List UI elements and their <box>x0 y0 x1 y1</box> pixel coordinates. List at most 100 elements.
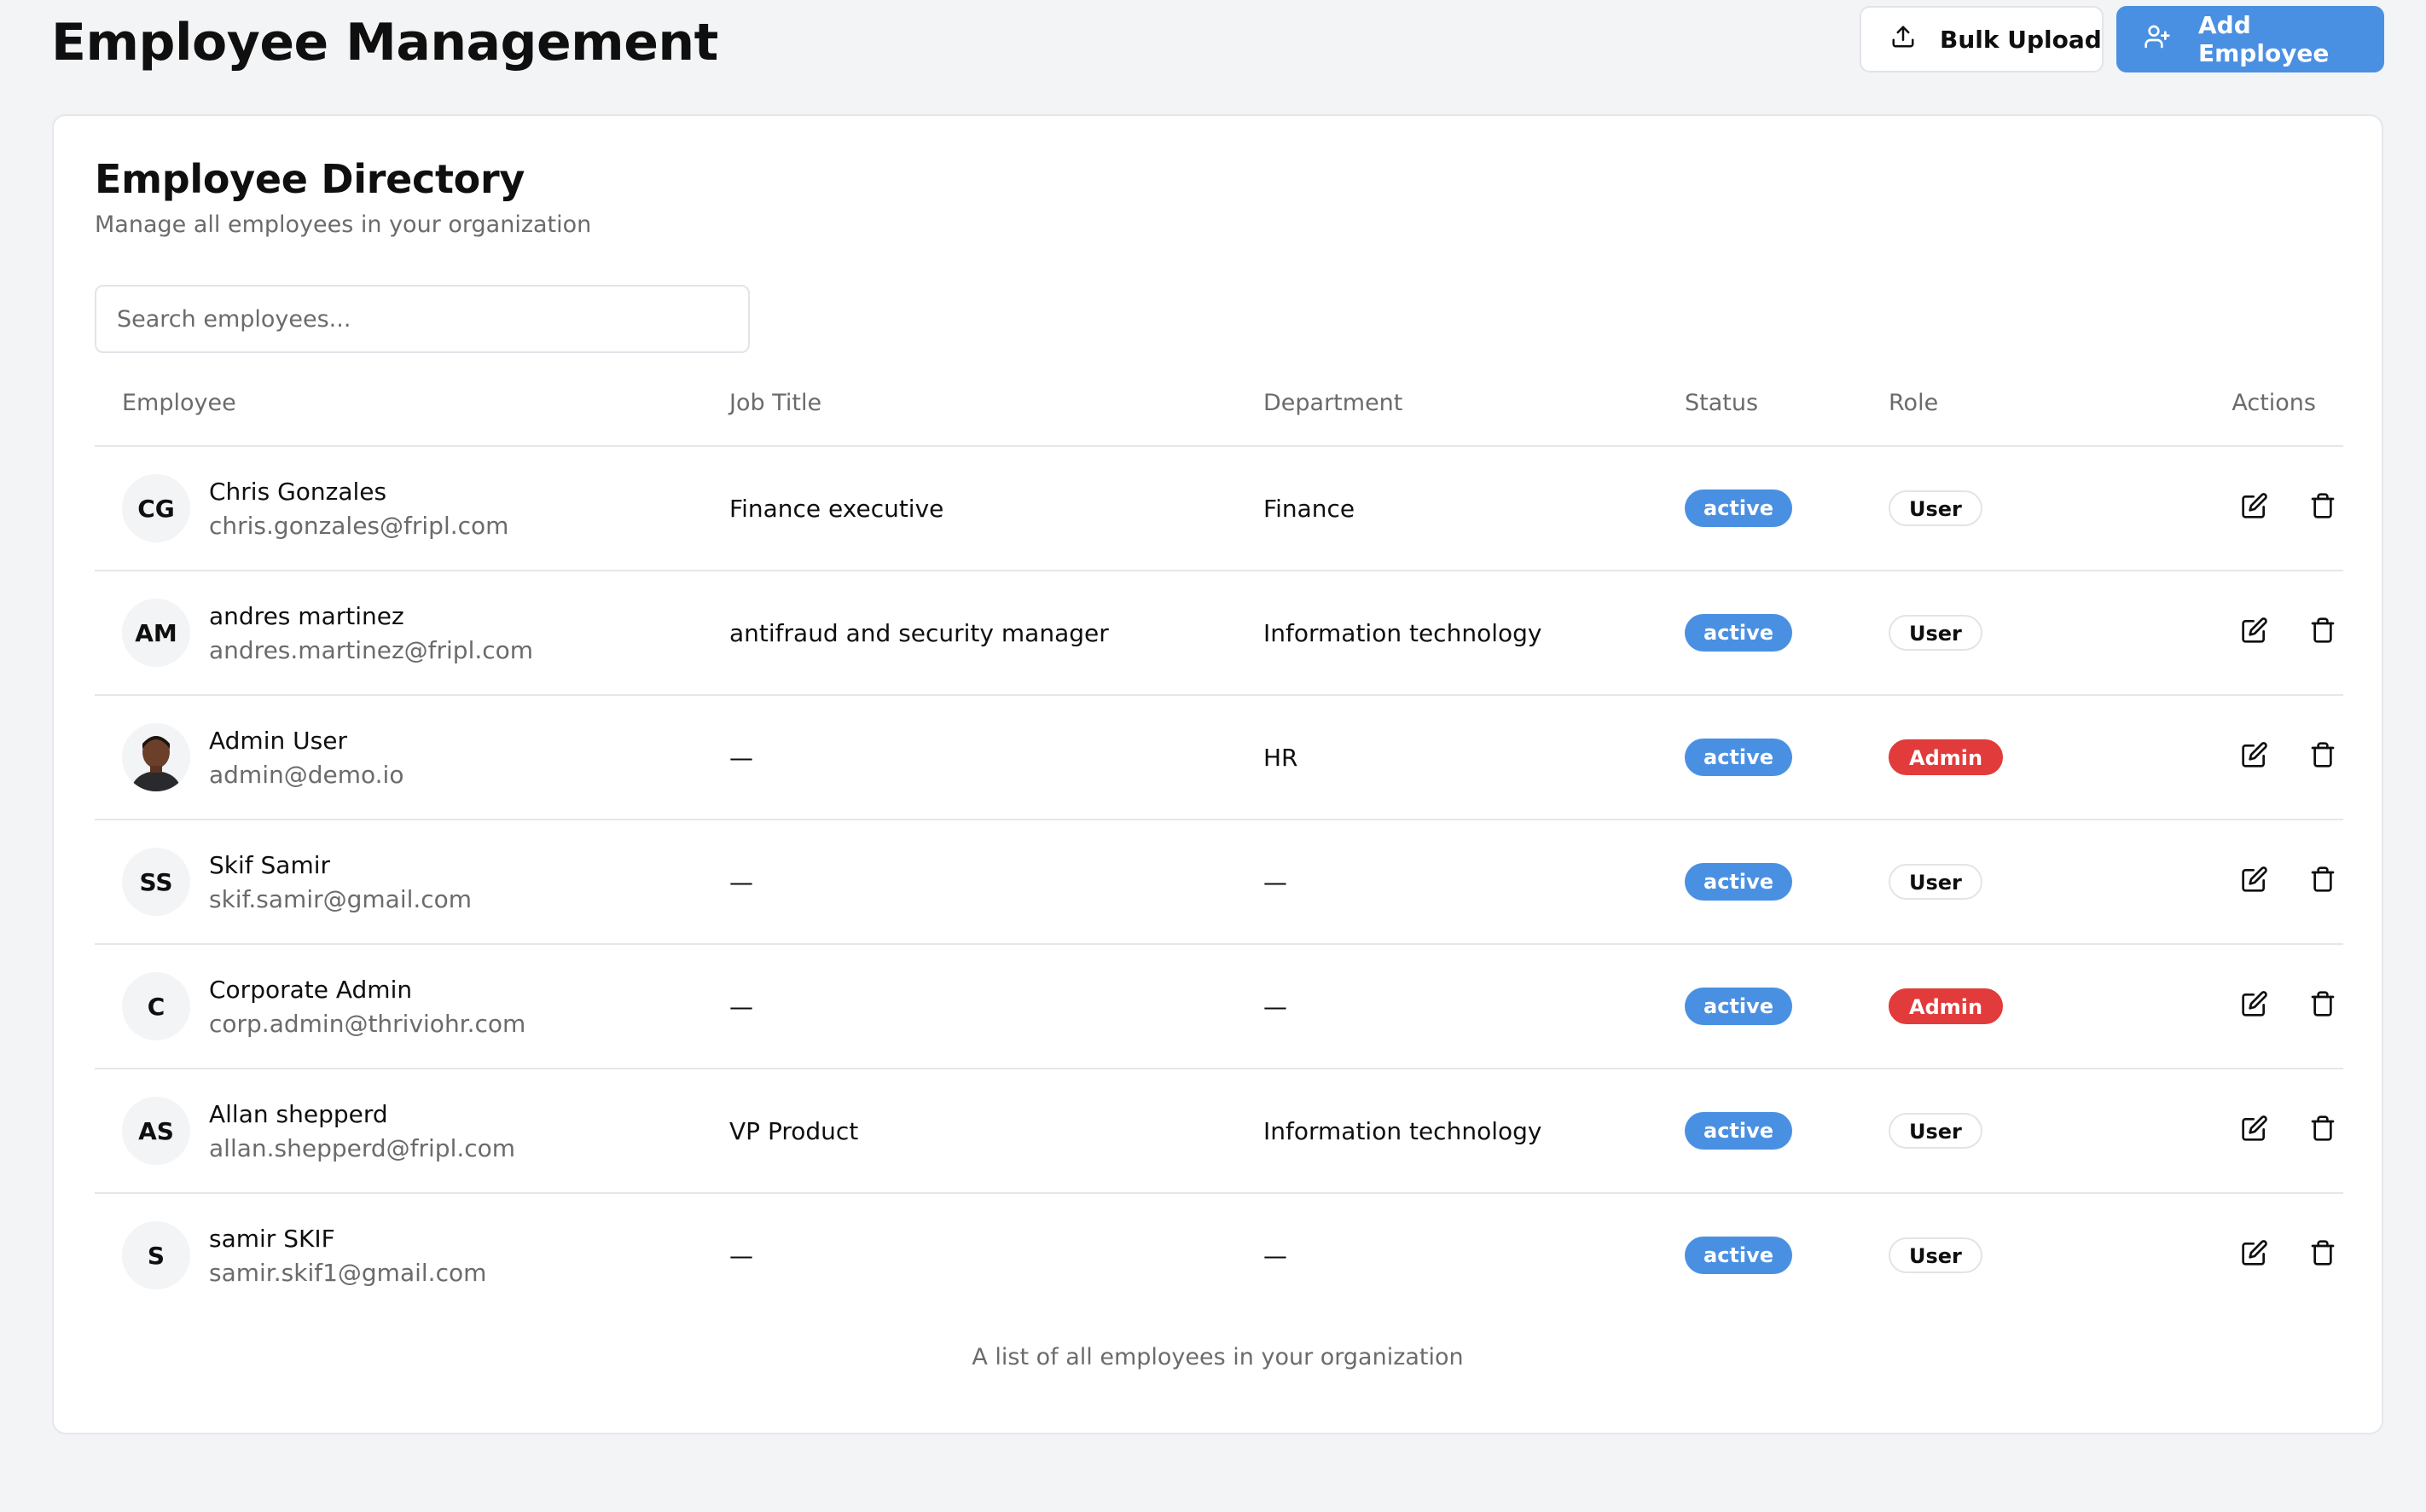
employee-email: andres.martinez@fripl.com <box>209 636 534 664</box>
add-employee-label: Add Employee <box>2198 11 2330 67</box>
role-cell: Admin <box>1889 696 2004 819</box>
delete-button[interactable] <box>2304 614 2342 652</box>
profile-photo <box>122 723 190 791</box>
column-header-department: Department <box>1263 390 1403 416</box>
department-cell: — <box>1263 867 1287 896</box>
column-header-employee: Employee <box>122 390 236 416</box>
job-title-cell: antifraud and security manager <box>729 618 1109 647</box>
bulk-upload-button[interactable]: Bulk Upload <box>1860 6 2104 72</box>
edit-icon <box>2241 492 2268 525</box>
edit-icon <box>2241 1239 2268 1272</box>
department-cell: Finance <box>1263 494 1355 523</box>
avatar: AS <box>122 1097 190 1165</box>
upload-icon <box>1890 24 1916 55</box>
edit-button[interactable] <box>2236 1237 2273 1274</box>
actions-cell <box>2236 696 2342 819</box>
avatar: CG <box>122 474 190 542</box>
department-cell: — <box>1263 992 1287 1021</box>
avatar-initials: S <box>147 1241 165 1270</box>
edit-button[interactable] <box>2236 988 2273 1025</box>
job-title-cell: Finance executive <box>729 494 944 523</box>
status-cell: active <box>1685 820 1793 943</box>
employee-name: Chris Gonzales <box>209 478 387 506</box>
delete-button[interactable] <box>2304 988 2342 1025</box>
edit-icon <box>2241 990 2268 1023</box>
role-badge: User <box>1889 1113 1982 1149</box>
status-badge: active <box>1685 1112 1793 1150</box>
actions-cell <box>2236 447 2342 570</box>
column-header-job-title: Job Title <box>729 390 822 416</box>
employee-email: skif.samir@gmail.com <box>209 885 473 913</box>
column-header-actions: Actions <box>2232 390 2316 416</box>
status-badge: active <box>1685 490 1793 527</box>
edit-button[interactable] <box>2236 490 2273 527</box>
edit-button[interactable] <box>2236 863 2273 901</box>
job-title-cell: — <box>729 743 753 772</box>
department-cell: — <box>1263 1241 1287 1270</box>
table-row: C Corporate Admin corp.admin@thriviohr.c… <box>95 945 2343 1069</box>
status-cell: active <box>1685 1194 1793 1317</box>
employee-email: samir.skif1@gmail.com <box>209 1259 487 1287</box>
trash-icon <box>2309 492 2336 525</box>
table-row: CG Chris Gonzales chris.gonzales@fripl.c… <box>95 447 2343 571</box>
card-subtitle: Manage all employees in your organizatio… <box>95 211 592 238</box>
card-title: Employee Directory <box>95 156 525 202</box>
edit-button[interactable] <box>2236 614 2273 652</box>
job-title-cell: — <box>729 867 753 896</box>
avatar-initials: C <box>147 992 165 1021</box>
status-badge: active <box>1685 1237 1793 1274</box>
role-badge: User <box>1889 864 1982 900</box>
trash-icon <box>2309 741 2336 774</box>
employee-name: Allan shepperd <box>209 1100 388 1128</box>
status-cell: active <box>1685 696 1793 819</box>
employee-name: samir SKIF <box>209 1225 335 1253</box>
edit-button[interactable] <box>2236 739 2273 776</box>
delete-button[interactable] <box>2304 1112 2342 1150</box>
employee-table: Employee Job Title Department Status Rol… <box>95 363 2343 1318</box>
actions-cell <box>2236 820 2342 943</box>
edit-icon <box>2241 1115 2268 1148</box>
add-employee-button[interactable]: Add Employee <box>2116 6 2384 72</box>
employee-directory-card: Employee Directory Manage all employees … <box>52 114 2383 1434</box>
delete-button[interactable] <box>2304 863 2342 901</box>
status-cell: active <box>1685 1069 1793 1192</box>
employee-name: Corporate Admin <box>209 976 413 1004</box>
actions-cell <box>2236 1069 2342 1192</box>
trash-icon <box>2309 1239 2336 1272</box>
avatar: SS <box>122 848 190 916</box>
trash-icon <box>2309 990 2336 1023</box>
avatar: S <box>122 1221 190 1289</box>
trash-icon <box>2309 1115 2336 1148</box>
page-title: Employee Management <box>51 13 718 72</box>
job-title-cell: VP Product <box>729 1116 859 1145</box>
table-row: S samir SKIF samir.skif1@gmail.com — — a… <box>95 1194 2343 1318</box>
role-badge: Admin <box>1889 988 2004 1024</box>
actions-cell <box>2236 1194 2342 1317</box>
avatar: AM <box>122 599 190 667</box>
status-badge: active <box>1685 988 1793 1025</box>
status-cell: active <box>1685 447 1793 570</box>
table-row: SS Skif Samir skif.samir@gmail.com — — a… <box>95 820 2343 945</box>
delete-button[interactable] <box>2304 739 2342 776</box>
avatar-initials: AS <box>138 1116 174 1145</box>
search-input[interactable] <box>95 285 750 353</box>
delete-button[interactable] <box>2304 490 2342 527</box>
role-cell: User <box>1889 1069 1982 1192</box>
employee-email: corp.admin@thriviohr.com <box>209 1010 526 1038</box>
role-badge: User <box>1889 490 1982 526</box>
employee-email: admin@demo.io <box>209 761 404 789</box>
department-cell: HR <box>1263 743 1298 772</box>
table-caption: A list of all employees in your organiza… <box>972 1344 1464 1370</box>
role-badge: User <box>1889 1237 1982 1273</box>
delete-button[interactable] <box>2304 1237 2342 1274</box>
edit-icon <box>2241 866 2268 899</box>
job-title-cell: — <box>729 992 753 1021</box>
actions-cell <box>2236 571 2342 694</box>
edit-button[interactable] <box>2236 1112 2273 1150</box>
avatar <box>122 723 190 791</box>
status-badge: active <box>1685 739 1793 776</box>
role-cell: User <box>1889 1194 1982 1317</box>
user-plus-icon <box>2144 23 2171 56</box>
avatar-initials: SS <box>139 867 173 896</box>
status-badge: active <box>1685 614 1793 652</box>
